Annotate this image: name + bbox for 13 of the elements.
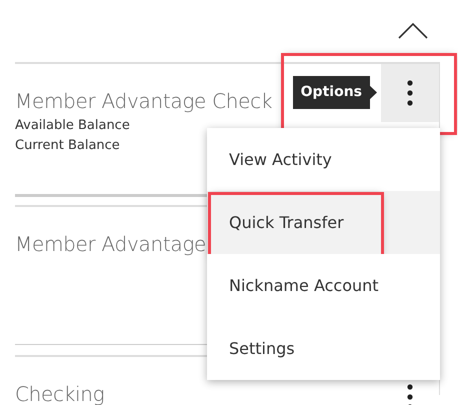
balance-label: Available Balance <box>15 117 131 135</box>
menu-item[interactable]: Quick Transfer <box>207 191 440 254</box>
menu-item[interactable]: Settings <box>207 317 440 380</box>
kebab-icon <box>407 384 413 405</box>
options-tooltip: Options <box>292 76 377 109</box>
account-name: Member Advantage Check <box>15 88 272 115</box>
kebab-icon <box>407 80 413 106</box>
chevron-up-icon[interactable] <box>398 23 428 39</box>
balance-label: Current Balance <box>15 136 121 154</box>
account-name: Member Advantage <box>15 231 206 258</box>
menu-item[interactable]: Nickname Account <box>207 254 440 317</box>
menu-item[interactable]: View Activity <box>207 128 440 191</box>
account-name: Checking <box>15 381 104 405</box>
